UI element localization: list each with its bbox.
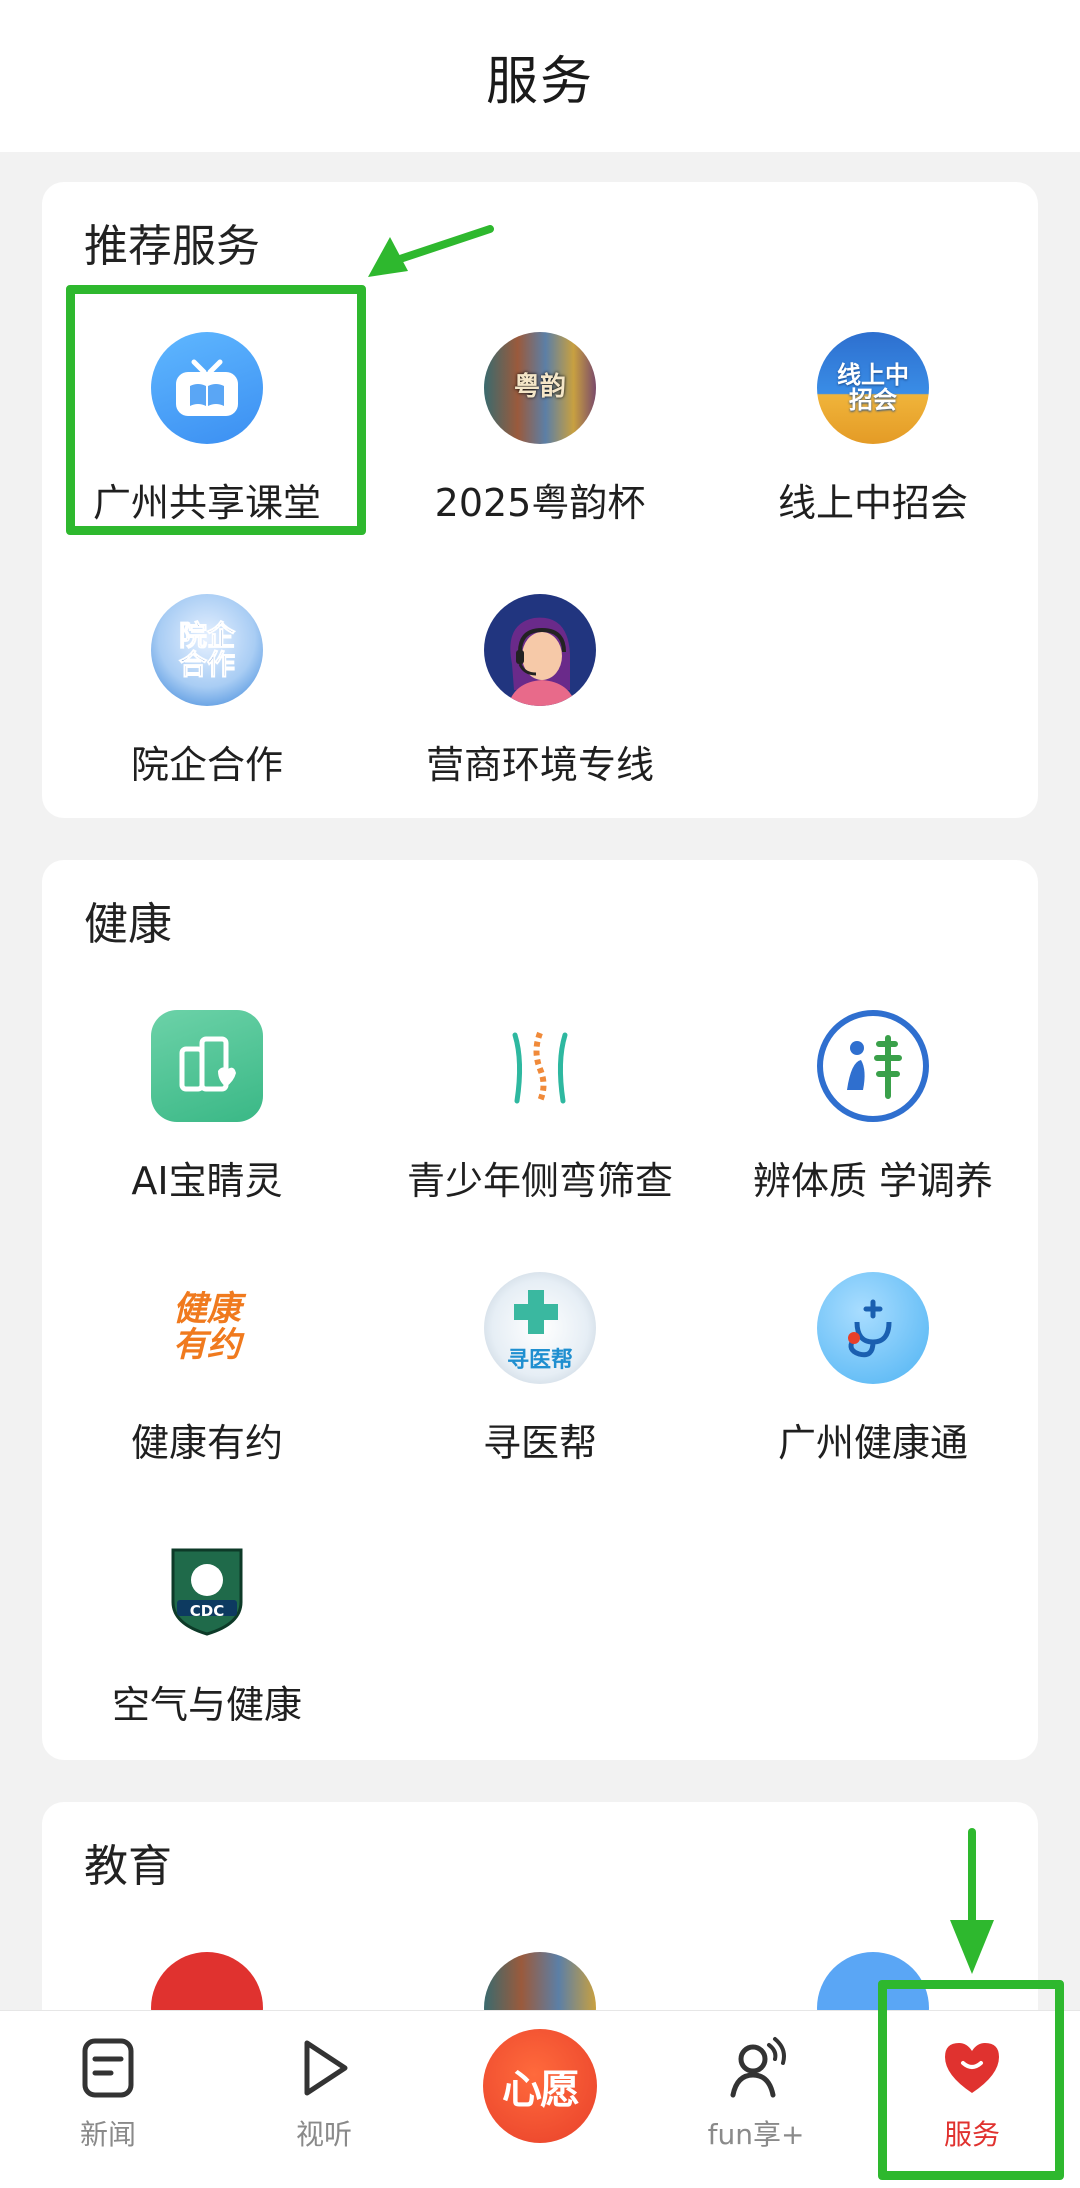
play-icon <box>304 2040 348 2096</box>
service-find-doctor[interactable]: 寻医帮 寻医帮 <box>375 1272 705 1502</box>
service-label: 健康有约 <box>130 1421 283 1465</box>
service-online-job-fair[interactable]: 线上中招会 线上中招会 <box>708 332 1038 562</box>
section-health: 健康 AI宝睛灵 青少年侧弯筛查 辨体质 学调养 健康有约 健康有约 寻医帮 寻… <box>42 860 1038 1760</box>
service-label: 2025粤韵杯 <box>434 481 646 525</box>
cdc-badge-icon: CDC <box>151 1534 263 1646</box>
service-label: 院企合作 <box>130 743 283 787</box>
nav-video[interactable]: 视听 <box>216 2011 432 2188</box>
spine-icon <box>484 1010 596 1122</box>
cooperation-icon: 院企合作 <box>151 594 263 706</box>
service-yueyun-cup[interactable]: 粤韵 2025粤韵杯 <box>375 332 705 562</box>
service-air-and-health[interactable]: CDC 空气与健康 <box>42 1534 372 1764</box>
service-label: 辨体质 学调养 <box>752 1159 994 1203</box>
section-title: 健康 <box>84 899 172 950</box>
service-tcm-constitution[interactable]: 辨体质 学调养 <box>708 1010 1038 1240</box>
nav-fun-share[interactable]: fun享+ <box>648 2011 864 2188</box>
service-health-appointment[interactable]: 健康有约 健康有约 <box>42 1272 372 1502</box>
news-icon <box>82 2038 134 2098</box>
arrow-icon <box>950 1828 994 1974</box>
find-doctor-icon: 寻医帮 <box>484 1272 596 1384</box>
highlight-box-service-tab <box>878 1980 1064 2180</box>
customer-service-icon <box>484 594 596 706</box>
service-college-enterprise-coop[interactable]: 院企合作 院企合作 <box>42 594 372 824</box>
service-scoliosis-screening[interactable]: 青少年侧弯筛查 <box>375 1010 705 1240</box>
job-fair-icon: 线上中招会 <box>817 332 929 444</box>
service-ai-baojingling[interactable]: AI宝睛灵 <box>42 1010 372 1240</box>
yueyun-poster-icon: 粤韵 <box>484 332 596 444</box>
nav-label: 新闻 <box>79 2118 136 2151</box>
service-label: AI宝睛灵 <box>131 1159 283 1203</box>
fun-share-icon <box>730 2037 786 2098</box>
service-business-hotline[interactable]: 营商环境专线 <box>375 594 705 824</box>
nav-news[interactable]: 新闻 <box>0 2011 216 2188</box>
service-guangzhou-health-pass[interactable]: 广州健康通 <box>708 1272 1038 1502</box>
highlight-box-shared-class <box>66 285 366 535</box>
service-label: 营商环境专线 <box>425 743 654 787</box>
tcm-constitution-icon <box>817 1010 929 1122</box>
service-label: 寻医帮 <box>482 1421 597 1465</box>
page-title: 服务 <box>485 51 594 112</box>
wish-button[interactable]: 心愿 <box>483 2029 597 2143</box>
service-label: 空气与健康 <box>111 1683 302 1727</box>
service-label: 青少年侧弯筛查 <box>406 1159 673 1203</box>
stethoscope-icon <box>817 1272 929 1384</box>
page-header: 服务 <box>0 0 1080 152</box>
section-title: 教育 <box>84 1841 172 1892</box>
service-label: 广州健康通 <box>777 1421 968 1465</box>
section-title: 推荐服务 <box>84 221 260 272</box>
nav-label: fun享+ <box>707 2118 805 2151</box>
health-appointment-icon: 健康有约 <box>151 1272 263 1384</box>
building-heart-icon <box>151 1010 263 1122</box>
nav-label: 视听 <box>295 2118 352 2151</box>
arrow-icon <box>368 225 494 277</box>
service-label: 线上中招会 <box>777 481 968 525</box>
